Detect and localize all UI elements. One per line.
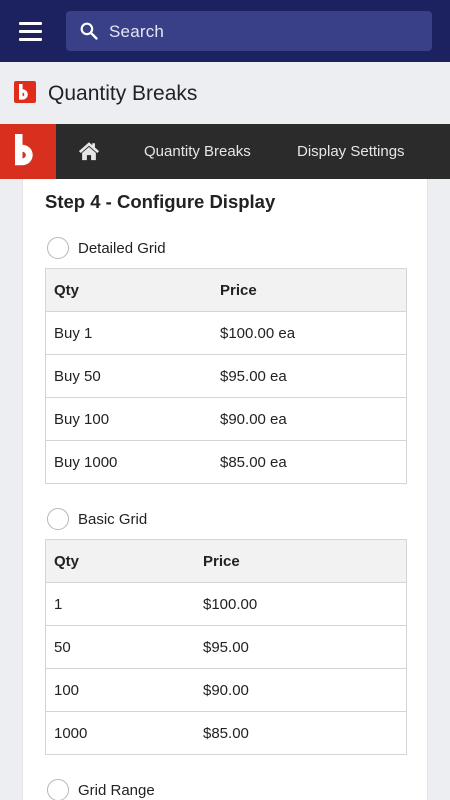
price-cell: $85.00 <box>203 725 249 742</box>
detailed-grid-preview-table: Qty Price Buy 1 $100.00 ea Buy 50 $95.00… <box>45 268 407 484</box>
radio-label: Grid Range <box>78 782 155 799</box>
table-row: Buy 1 $100.00 ea <box>46 312 406 355</box>
menu-button[interactable] <box>18 19 44 43</box>
step-heading: Step 4 - Configure Display <box>45 191 276 212</box>
table-row: Buy 100 $90.00 ea <box>46 398 406 441</box>
configure-display-card: Step 4 - Configure Display Detailed Grid… <box>22 179 428 800</box>
table-row: Buy 50 $95.00 ea <box>46 355 406 398</box>
table-row: Buy 1000 $85.00 ea <box>46 441 406 484</box>
column-header-qty: Qty <box>54 553 80 570</box>
column-header-qty: Qty <box>54 282 80 299</box>
brand-logo-icon[interactable] <box>0 124 56 179</box>
qty-cell: 50 <box>54 639 71 656</box>
app-logo-icon <box>14 81 36 103</box>
nav-link-quantity-breaks[interactable]: Quantity Breaks <box>144 143 251 160</box>
table-header-row: Qty Price <box>46 540 406 583</box>
app-title-bar: Quantity Breaks <box>0 62 450 124</box>
price-cell: $95.00 <box>203 639 249 656</box>
qty-cell: 100 <box>54 682 80 699</box>
price-cell: $85.00 ea <box>220 454 287 471</box>
price-cell: $90.00 ea <box>220 411 287 428</box>
nav-link-display-settings[interactable]: Display Settings <box>297 143 405 160</box>
price-cell: $100.00 ea <box>220 325 296 342</box>
table-row: 1 $100.00 <box>46 583 406 626</box>
price-cell: $100.00 <box>203 596 258 613</box>
table-row: 100 $90.00 <box>46 669 406 712</box>
table-header-row: Qty Price <box>46 269 406 312</box>
radio-label: Basic Grid <box>78 511 148 528</box>
radio-label: Detailed Grid <box>78 240 166 257</box>
qty-cell: Buy 1000 <box>54 454 118 471</box>
qty-cell: Buy 1 <box>54 325 93 342</box>
radio-circle[interactable] <box>47 237 69 259</box>
basic-grid-preview-table: Qty Price 1 $100.00 50 $95.00 100 $90.00… <box>45 539 407 755</box>
page-title: Quantity Breaks <box>48 82 198 105</box>
qty-cell: 1 <box>54 596 63 613</box>
hamburger-menu-icon <box>19 22 42 25</box>
qty-cell: 1000 <box>54 725 88 742</box>
radio-circle[interactable] <box>47 779 69 800</box>
price-cell: $95.00 ea <box>220 368 287 385</box>
qty-cell: Buy 100 <box>54 411 110 428</box>
search-input[interactable]: Search <box>66 11 432 51</box>
search-placeholder: Search <box>109 22 165 41</box>
search-icon <box>80 22 98 40</box>
column-header-price: Price <box>220 282 257 299</box>
column-header-price: Price <box>203 553 240 570</box>
table-row: 50 $95.00 <box>46 626 406 669</box>
table-row: 1000 $85.00 <box>46 712 406 755</box>
radio-circle[interactable] <box>47 508 69 530</box>
app-nav-bar: Quantity Breaks Display Settings <box>0 124 450 179</box>
price-cell: $90.00 <box>203 682 249 699</box>
top-bar: Search <box>0 0 450 62</box>
home-icon[interactable] <box>78 140 100 162</box>
qty-cell: Buy 50 <box>54 368 101 385</box>
